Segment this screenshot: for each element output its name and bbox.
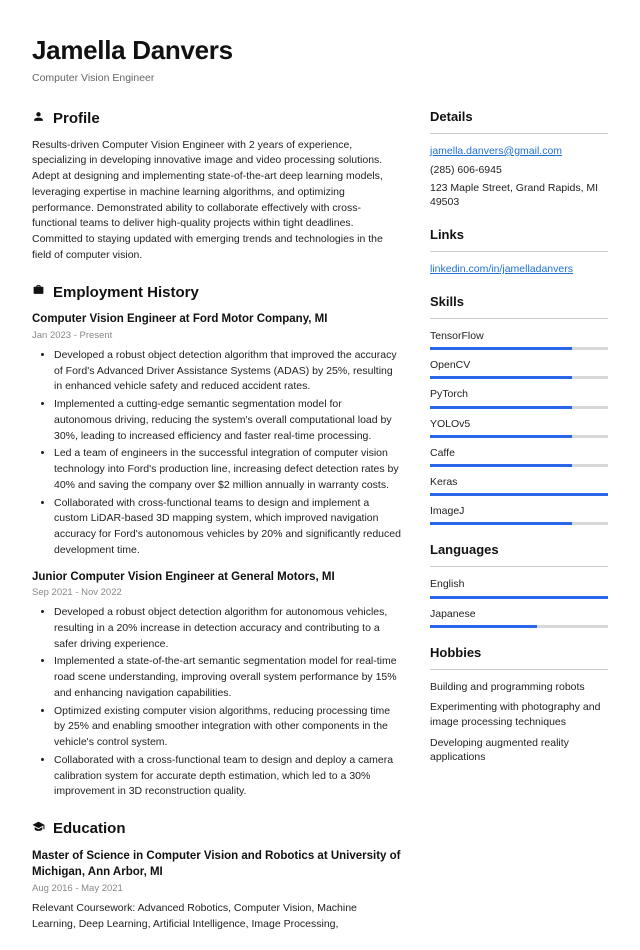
phone-text: (285) 606-6945 [430, 163, 608, 178]
divider [430, 251, 608, 252]
job-bullet: Implemented a cutting-edge semantic segm… [54, 397, 402, 444]
level-bar [430, 596, 608, 599]
email-link[interactable]: jamella.danvers@gmail.com [430, 144, 608, 159]
level-bar [430, 522, 608, 525]
side-title: Details [430, 108, 608, 127]
language-item-label: Japanese [430, 607, 608, 622]
job-entry: Junior Computer Vision Engineer at Gener… [32, 569, 402, 800]
skill-item: TensorFlow [430, 329, 608, 350]
job-dates: Sep 2021 - Nov 2022 [32, 586, 402, 600]
level-bar [430, 406, 608, 409]
address-text: 123 Maple Street, Grand Rapids, MI 49503 [430, 181, 608, 210]
person-name: Jamella Danvers [32, 32, 608, 70]
skill-item: YOLOv5 [430, 417, 608, 438]
level-bar [430, 493, 608, 496]
level-fill [430, 596, 608, 599]
skill-item-label: PyTorch [430, 387, 608, 402]
divider [430, 566, 608, 567]
briefcase-icon [32, 283, 45, 301]
skill-item-label: TensorFlow [430, 329, 608, 344]
job-entry: Computer Vision Engineer at Ford Motor C… [32, 311, 402, 558]
side-title: Languages [430, 541, 608, 560]
job-bullet: Optimized existing computer vision algor… [54, 704, 402, 751]
skill-item: OpenCV [430, 358, 608, 379]
skills-section: Skills TensorFlow OpenCV PyTorch YOLOv5 Caff… [430, 293, 608, 525]
level-fill [430, 435, 572, 438]
employment-section: Employment History Computer Vision Engin… [32, 282, 402, 800]
skill-item-label: ImageJ [430, 504, 608, 519]
hobby-item: Experimenting with photography and image… [430, 700, 608, 729]
level-bar [430, 376, 608, 379]
sidebar: Details jamella.danvers@gmail.com (285) … [430, 108, 608, 950]
main-column: Profile Results-driven Computer Vision E… [32, 108, 402, 950]
resume-header: Jamella Danvers Computer Vision Engineer [32, 32, 608, 86]
skill-item: Caffe [430, 446, 608, 467]
education-section: Education Master of Science in Computer … [32, 818, 402, 932]
hobby-item: Developing augmented reality application… [430, 736, 608, 765]
skill-item: PyTorch [430, 387, 608, 408]
level-fill [430, 464, 572, 467]
level-fill [430, 493, 608, 496]
skill-item: ImageJ [430, 504, 608, 525]
level-bar [430, 435, 608, 438]
job-bullet: Implemented a state-of-the-art semantic … [54, 654, 402, 701]
level-fill [430, 376, 572, 379]
languages-section: Languages English Japanese [430, 541, 608, 627]
job-bullet: Developed a robust object detection algo… [54, 348, 402, 395]
hobbies-section: Hobbies Building and programming robots E… [430, 644, 608, 765]
external-link[interactable]: linkedin.com/in/jamelladanvers [430, 262, 608, 277]
job-bullet: Led a team of engineers in the successfu… [54, 446, 402, 493]
links-section: Links linkedin.com/in/jamelladanvers [430, 226, 608, 277]
degree-dates: Aug 2016 - May 2021 [32, 882, 402, 896]
profile-section: Profile Results-driven Computer Vision E… [32, 108, 402, 264]
language-item: Japanese [430, 607, 608, 628]
person-icon [32, 110, 45, 128]
job-dates: Jan 2023 - Present [32, 329, 402, 343]
job-bullets: Developed a robust object detection algo… [32, 605, 402, 800]
job-bullet: Collaborated with a cross-functional tea… [54, 753, 402, 800]
skill-item: Keras [430, 475, 608, 496]
level-bar [430, 625, 608, 628]
divider [430, 318, 608, 319]
section-title: Profile [53, 108, 100, 130]
side-title: Links [430, 226, 608, 245]
job-title: Junior Computer Vision Engineer at Gener… [32, 569, 402, 586]
level-fill [430, 625, 537, 628]
side-title: Hobbies [430, 644, 608, 663]
language-item: English [430, 577, 608, 598]
job-bullets: Developed a robust object detection algo… [32, 348, 402, 559]
skill-item-label: YOLOv5 [430, 417, 608, 432]
graduation-cap-icon [32, 820, 45, 838]
skill-item-label: Keras [430, 475, 608, 490]
skill-item-label: OpenCV [430, 358, 608, 373]
job-title: Computer Vision Engineer at Ford Motor C… [32, 311, 402, 328]
divider [430, 669, 608, 670]
job-bullet: Developed a robust object detection algo… [54, 605, 402, 652]
divider [430, 133, 608, 134]
degree-title: Master of Science in Computer Vision and… [32, 848, 402, 881]
level-fill [430, 522, 572, 525]
level-fill [430, 406, 572, 409]
hobby-item: Building and programming robots [430, 680, 608, 695]
person-title: Computer Vision Engineer [32, 71, 608, 86]
details-section: Details jamella.danvers@gmail.com (285) … [430, 108, 608, 210]
job-bullet: Collaborated with cross-functional teams… [54, 496, 402, 559]
side-title: Skills [430, 293, 608, 312]
profile-text: Results-driven Computer Vision Engineer … [32, 138, 402, 264]
language-item-label: English [430, 577, 608, 592]
level-bar [430, 464, 608, 467]
skill-item-label: Caffe [430, 446, 608, 461]
section-title: Education [53, 818, 126, 840]
section-title: Employment History [53, 282, 199, 304]
level-bar [430, 347, 608, 350]
level-fill [430, 347, 572, 350]
education-text: Relevant Coursework: Advanced Robotics, … [32, 901, 402, 933]
